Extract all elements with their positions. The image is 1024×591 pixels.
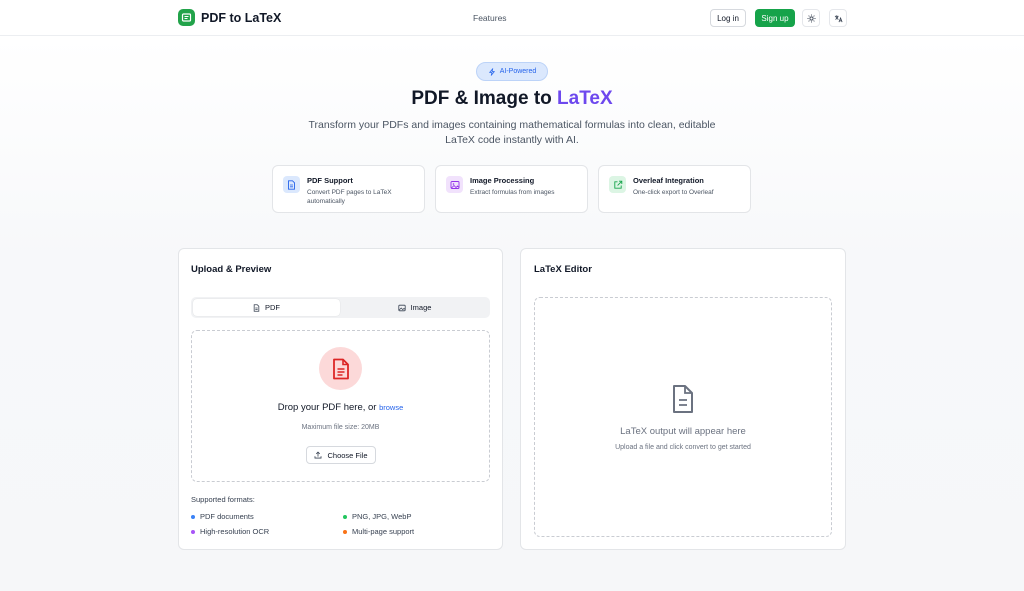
feature-description: One-click export to Overleaf — [633, 189, 714, 196]
tab-image[interactable]: Image — [341, 299, 488, 316]
pdf-file-icon — [319, 347, 362, 390]
format-item: PNG, JPG, WebP — [343, 512, 411, 521]
badge-label: AI-Powered — [499, 68, 537, 75]
upload-panel-title: Upload & Preview — [191, 264, 272, 275]
feature-description: Convert PDF pages to LaTeX automatically — [307, 189, 392, 205]
document-icon — [673, 385, 693, 413]
feature-title: PDF Support — [307, 176, 353, 185]
page-title: PDF & Image to LaTeX — [0, 88, 1024, 110]
hero-subtitle: Transform your PDFs and images containin… — [308, 119, 716, 146]
tab-label: PDF — [265, 303, 280, 312]
source-tabs: PDF Image — [191, 297, 490, 318]
brand[interactable]: PDF to LaTeX — [178, 9, 281, 26]
feature-title: Overleaf Integration — [633, 176, 704, 185]
theme-toggle-button[interactable] — [802, 9, 820, 27]
language-button[interactable] — [829, 9, 847, 27]
ai-powered-badge: AI-Powered — [476, 62, 548, 81]
file-icon — [253, 303, 260, 312]
format-item: PDF documents — [191, 512, 254, 521]
feature-card-overleaf-integration: Overleaf Integration One-click export to… — [598, 165, 751, 213]
feature-card-pdf-support: PDF Support Convert PDF pages to LaTeX a… — [272, 165, 425, 213]
translate-icon — [834, 14, 842, 22]
format-item: High-resolution OCR — [191, 527, 269, 536]
drop-text: Drop your PDF here, or — [277, 402, 377, 413]
choose-file-label: Choose File — [327, 450, 368, 460]
feature-card-image-processing: Image Processing Extract formulas from i… — [435, 165, 588, 213]
title-plain: PDF & Image to — [411, 88, 558, 109]
external-link-icon — [609, 176, 626, 193]
feature-description: Extract formulas from images — [470, 189, 555, 196]
title-accent: LaTeX — [557, 88, 613, 109]
document-icon — [283, 176, 300, 193]
max-file-size: Maximum file size: 20MB — [301, 424, 380, 431]
signup-button[interactable]: Sign up — [755, 9, 795, 27]
nav-link-features[interactable]: Features — [473, 13, 507, 23]
top-nav: PDF to LaTeX Features Log in Sign up — [0, 0, 1024, 36]
brand-name: PDF to LaTeX — [201, 10, 282, 25]
choose-file-button[interactable]: Choose File — [306, 446, 376, 464]
upload-icon — [315, 451, 322, 459]
format-item: Multi-page support — [343, 527, 414, 536]
image-icon — [446, 176, 463, 193]
image-icon — [397, 304, 406, 311]
brand-logo-icon — [178, 9, 195, 26]
editor-empty-subtitle: Upload a file and click convert to get s… — [615, 444, 751, 451]
sparkle-icon — [488, 67, 495, 76]
editor-panel-title: LaTeX Editor — [534, 264, 592, 275]
supported-formats-label: Supported formats: — [191, 495, 255, 504]
browse-link[interactable]: browse — [379, 403, 403, 412]
tab-pdf[interactable]: PDF — [193, 299, 340, 316]
editor-empty-title: LaTeX output will appear here — [620, 426, 746, 437]
tab-label: Image — [410, 303, 432, 312]
sun-icon — [806, 13, 816, 23]
login-button[interactable]: Log in — [710, 9, 746, 27]
drop-instructions: Drop your PDF here, or browse — [191, 402, 490, 413]
feature-title: Image Processing — [470, 176, 535, 185]
latex-output-area — [534, 297, 832, 537]
